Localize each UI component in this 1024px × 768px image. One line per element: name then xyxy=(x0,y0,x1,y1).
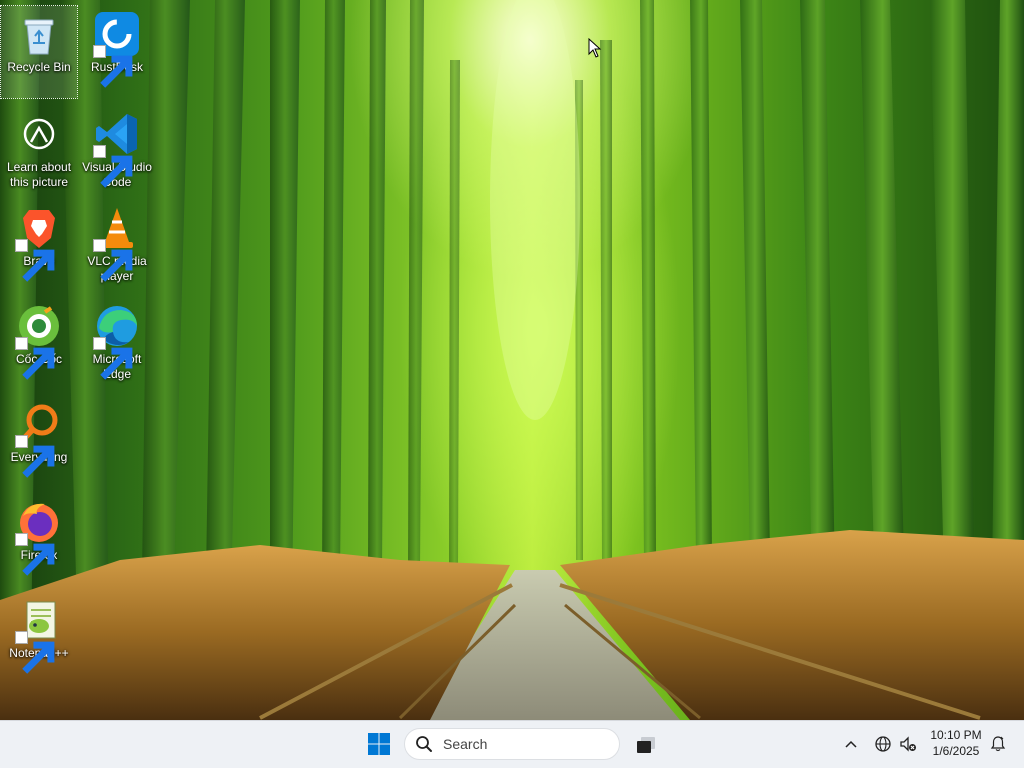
shortcut-arrow-icon xyxy=(93,45,133,88)
notifications-button[interactable] xyxy=(988,734,1008,754)
show-hidden-icons-button[interactable] xyxy=(840,733,862,755)
desktop-icon-learn-about-picture[interactable]: Learn about this picture xyxy=(1,106,77,198)
shortcut-arrow-icon xyxy=(15,631,55,674)
mouse-cursor-icon xyxy=(588,38,602,58)
desktop-icon-notepadpp[interactable]: Notepad++ xyxy=(1,592,77,684)
desktop-icon-brave[interactable]: Brave xyxy=(1,200,77,292)
firefox-icon xyxy=(15,498,63,576)
shortcut-arrow-icon xyxy=(93,337,133,380)
vscode-icon xyxy=(93,110,141,188)
start-button[interactable] xyxy=(364,729,394,759)
bell-notification-icon xyxy=(990,736,1006,752)
coccoc-icon xyxy=(15,302,63,380)
desktop-icon-vlc[interactable]: VLC media player xyxy=(79,200,155,292)
brave-icon xyxy=(15,204,63,282)
clock-date: 1/6/2025 xyxy=(932,744,980,758)
shortcut-arrow-icon xyxy=(93,145,133,188)
search-icon xyxy=(416,736,432,752)
desktop-icon-edge[interactable]: Microsoft Edge xyxy=(79,298,155,390)
volume-muted-icon xyxy=(900,736,916,752)
desktop-icon-everything[interactable]: Everything xyxy=(1,396,77,488)
desktop-icon-label: Recycle Bin xyxy=(7,60,71,74)
shortcut-arrow-icon xyxy=(15,533,55,576)
network-button[interactable] xyxy=(872,733,894,755)
task-view-icon xyxy=(637,737,655,753)
desktop-icon-rustdesk[interactable]: RustDesk xyxy=(79,6,155,98)
shortcut-arrow-icon xyxy=(15,435,55,478)
shortcut-arrow-icon xyxy=(15,239,55,282)
globe-network-icon xyxy=(875,736,891,752)
recycle-bin-icon xyxy=(15,10,63,58)
windows-logo-icon xyxy=(368,733,390,755)
desktop-icon-coccoc[interactable]: Cốc Cốc xyxy=(1,298,77,390)
vlc-icon xyxy=(93,204,141,282)
desktop-icon-vscode[interactable]: Visual Studio Code xyxy=(79,106,155,198)
everything-icon xyxy=(15,400,63,478)
edge-icon xyxy=(93,302,141,380)
shortcut-arrow-icon xyxy=(93,239,133,282)
taskbar-clock[interactable]: 10:10 PM 1/6/2025 xyxy=(924,727,988,763)
chevron-up-icon xyxy=(845,740,857,748)
taskbar: Search 10:10 PM 1/6/2025 xyxy=(0,720,1024,768)
search-placeholder: Search xyxy=(443,736,488,752)
taskbar-search-box[interactable]: Search xyxy=(404,728,620,760)
desktop-icon-recycle-bin[interactable]: Recycle Bin xyxy=(0,5,78,99)
rustdesk-icon xyxy=(93,10,141,88)
clock-time: 10:10 PM xyxy=(930,728,982,742)
desktop-icon-firefox[interactable]: Firefox xyxy=(1,494,77,586)
volume-button[interactable] xyxy=(897,733,919,755)
shortcut-arrow-icon xyxy=(15,337,55,380)
task-view-button[interactable] xyxy=(632,731,660,759)
desktop-icon-label: Learn about this picture xyxy=(6,160,72,189)
notepadpp-icon xyxy=(15,596,63,674)
learn-about-picture-icon xyxy=(15,110,63,158)
desktop-wallpaper[interactable]: Recycle Bin Learn about this picture Bra… xyxy=(0,0,1024,720)
